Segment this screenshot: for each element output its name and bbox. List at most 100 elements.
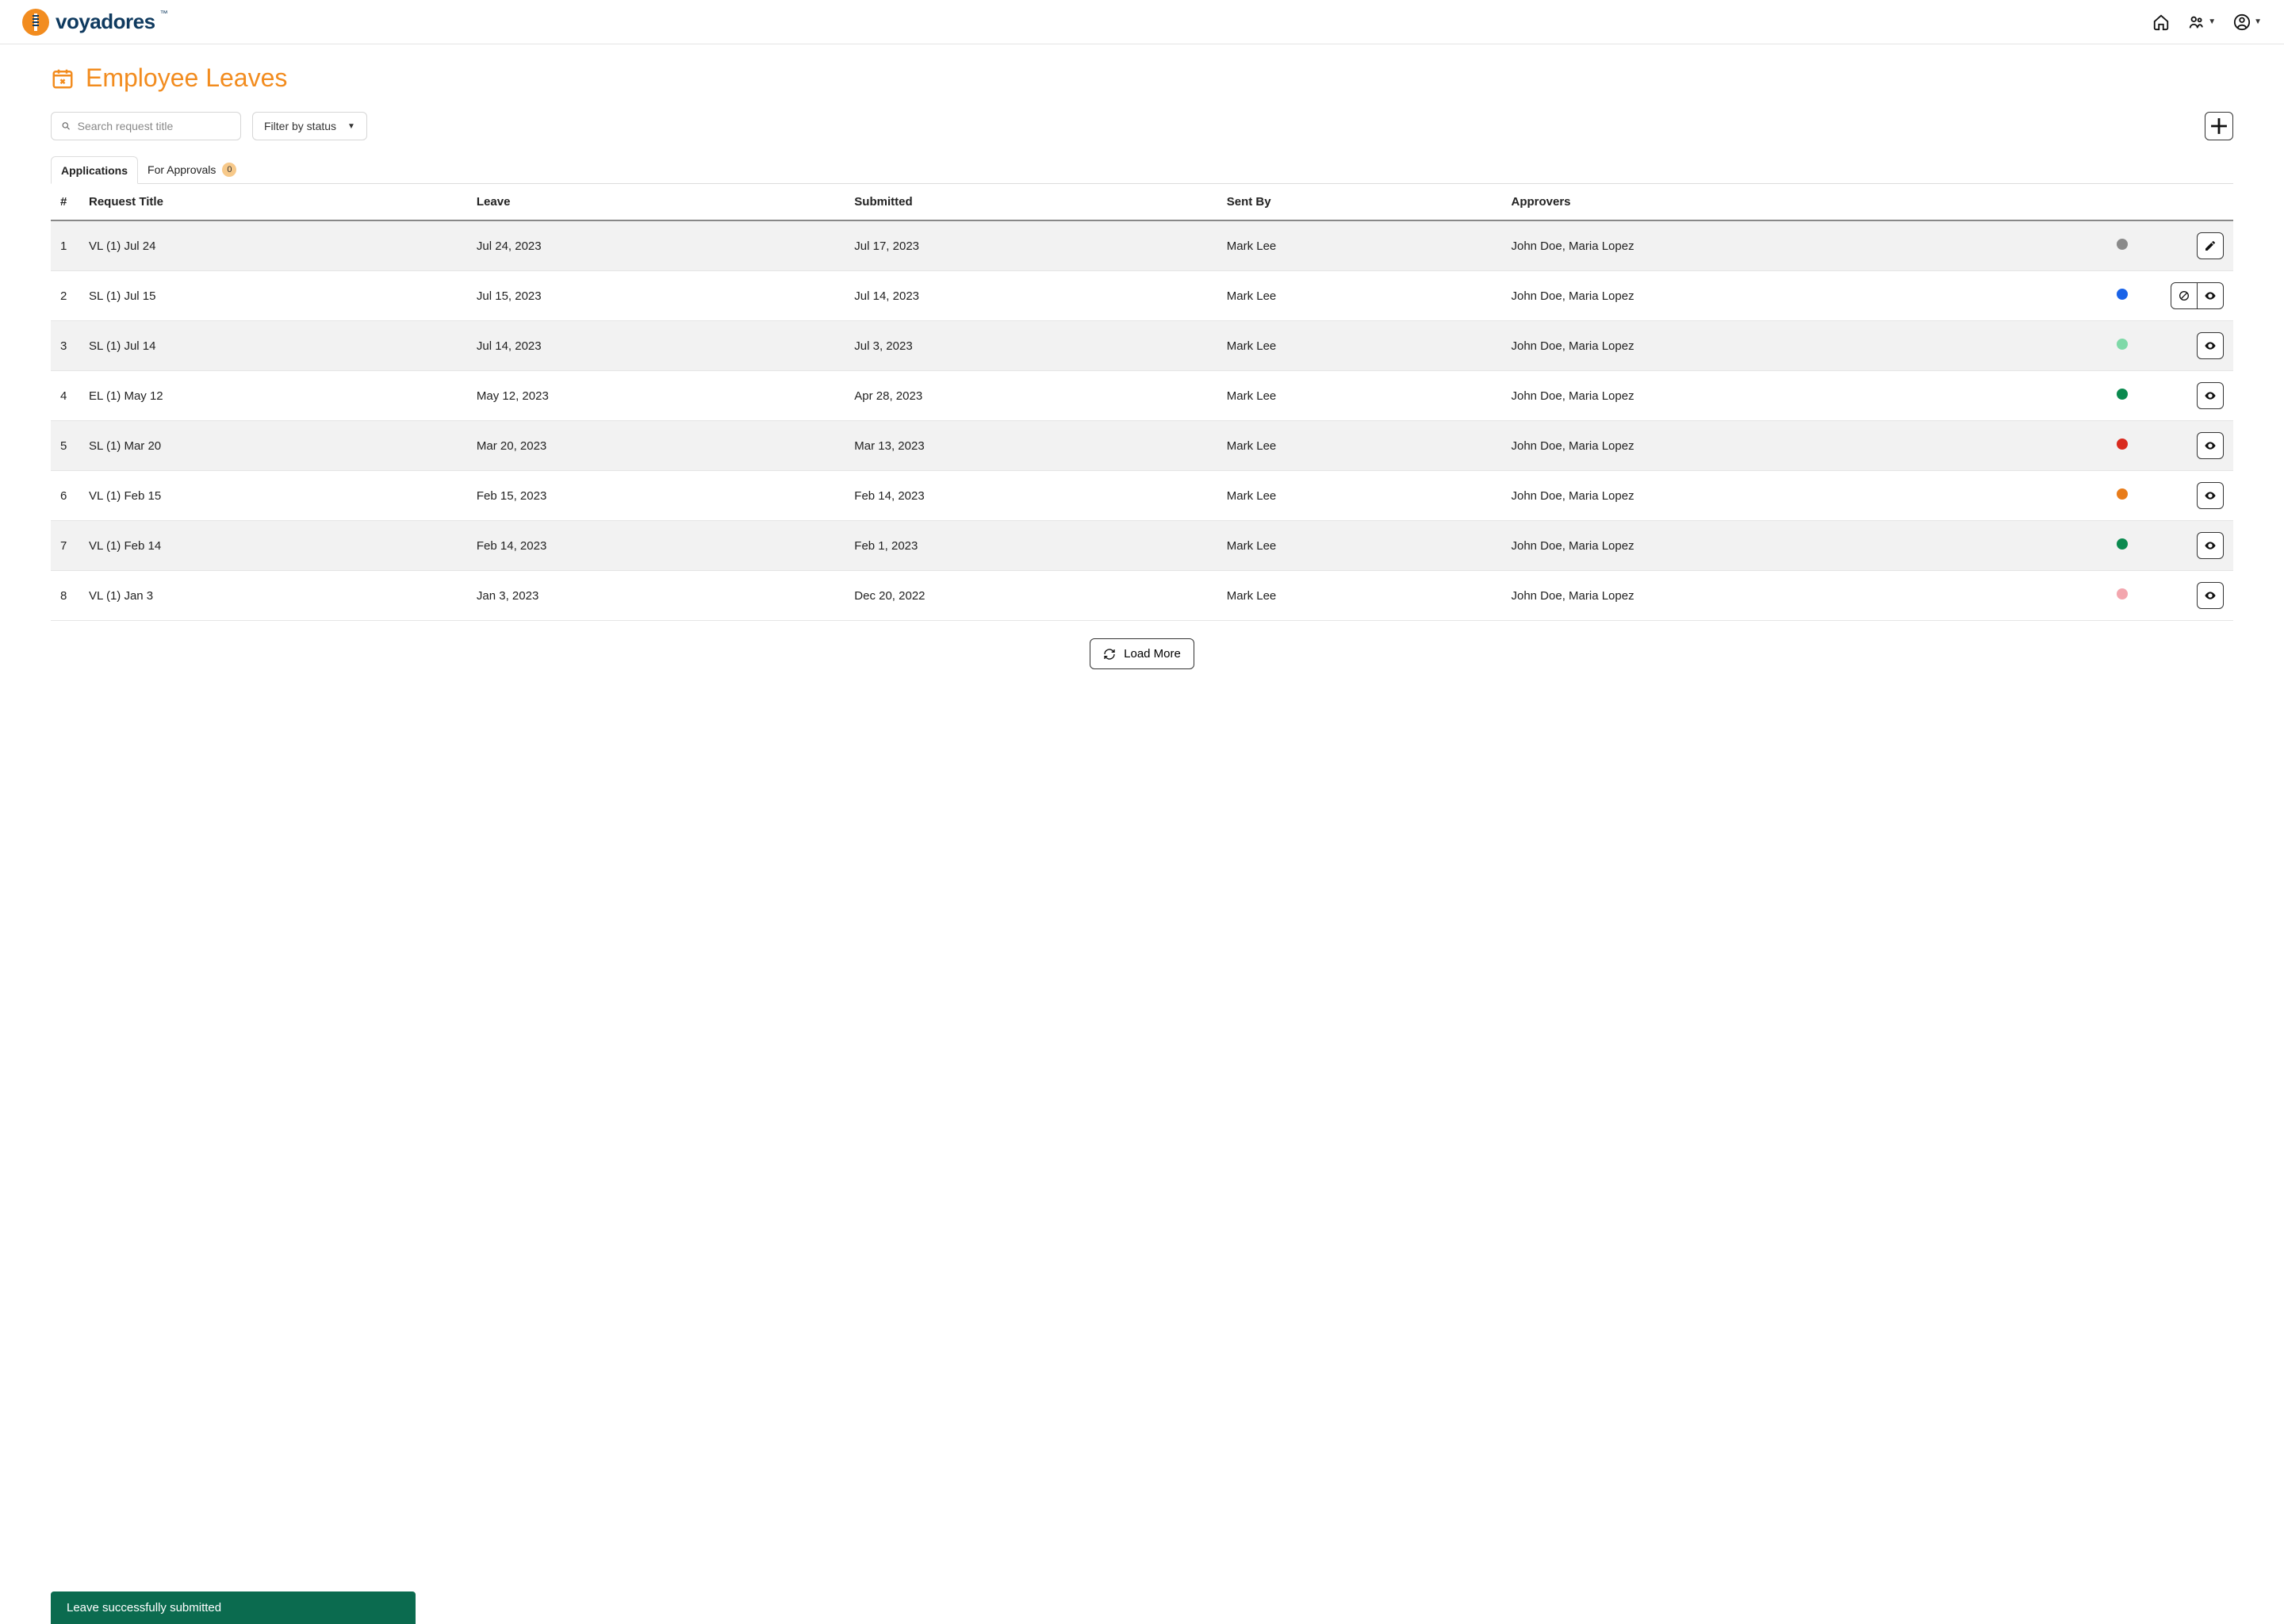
view-button[interactable] bbox=[2197, 282, 2224, 309]
submitted-date: Mar 13, 2023 bbox=[845, 421, 1217, 471]
leave-date: Jan 3, 2023 bbox=[467, 571, 845, 621]
view-icon bbox=[2204, 439, 2217, 452]
status-dot-icon bbox=[2117, 439, 2128, 450]
leave-date: Jul 24, 2023 bbox=[467, 220, 845, 271]
approvers: John Doe, Maria Lopez bbox=[1501, 220, 2090, 271]
brand[interactable]: voyadores ™ bbox=[22, 9, 170, 36]
approvers: John Doe, Maria Lopez bbox=[1501, 371, 2090, 421]
leaves-table: #Request TitleLeaveSubmittedSent ByAppro… bbox=[51, 184, 2233, 621]
submitted-date: Feb 1, 2023 bbox=[845, 521, 1217, 571]
plus-icon bbox=[2205, 113, 2232, 140]
approvers: John Doe, Maria Lopez bbox=[1501, 521, 2090, 571]
column-header: Request Title bbox=[79, 184, 467, 220]
submitted-date: Dec 20, 2022 bbox=[845, 571, 1217, 621]
refresh-icon bbox=[1103, 648, 1116, 661]
submitted-date: Apr 28, 2023 bbox=[845, 371, 1217, 421]
status-dot-icon bbox=[2117, 389, 2128, 400]
column-header-blank bbox=[2154, 184, 2233, 220]
column-header-blank bbox=[2090, 184, 2154, 220]
search-input[interactable] bbox=[78, 120, 231, 132]
sent-by: Mark Lee bbox=[1217, 371, 1502, 421]
status-dot-icon bbox=[2117, 289, 2128, 300]
add-button[interactable] bbox=[2205, 112, 2233, 140]
home-icon[interactable] bbox=[2152, 13, 2170, 31]
request-title: EL (1) May 12 bbox=[79, 371, 467, 421]
request-title: SL (1) Mar 20 bbox=[79, 421, 467, 471]
view-icon bbox=[2204, 589, 2217, 602]
row-number: 6 bbox=[51, 471, 79, 521]
sent-by: Mark Lee bbox=[1217, 521, 1502, 571]
actions-cell bbox=[2154, 471, 2233, 521]
view-button[interactable] bbox=[2197, 532, 2224, 559]
request-title: VL (1) Jan 3 bbox=[79, 571, 467, 621]
table-row: 5SL (1) Mar 20Mar 20, 2023Mar 13, 2023Ma… bbox=[51, 421, 2233, 471]
calendar-x-icon bbox=[51, 67, 75, 90]
column-header: Sent By bbox=[1217, 184, 1502, 220]
row-number: 7 bbox=[51, 521, 79, 571]
leave-date: Mar 20, 2023 bbox=[467, 421, 845, 471]
cancel-button[interactable] bbox=[2171, 282, 2198, 309]
view-icon bbox=[2204, 339, 2217, 352]
submitted-date: Feb 14, 2023 bbox=[845, 471, 1217, 521]
view-button[interactable] bbox=[2197, 332, 2224, 359]
actions-cell bbox=[2154, 571, 2233, 621]
submitted-date: Jul 14, 2023 bbox=[845, 271, 1217, 321]
row-number: 8 bbox=[51, 571, 79, 621]
tab-applications[interactable]: Applications bbox=[51, 156, 138, 184]
search-input-wrap[interactable] bbox=[51, 112, 241, 140]
column-header: # bbox=[51, 184, 79, 220]
table-row: 3SL (1) Jul 14Jul 14, 2023Jul 3, 2023Mar… bbox=[51, 321, 2233, 371]
approvers: John Doe, Maria Lopez bbox=[1501, 471, 2090, 521]
user-menu[interactable]: ▼ bbox=[2233, 13, 2262, 31]
request-title: VL (1) Jul 24 bbox=[79, 220, 467, 271]
leave-date: Feb 15, 2023 bbox=[467, 471, 845, 521]
leave-date: May 12, 2023 bbox=[467, 371, 845, 421]
sent-by: Mark Lee bbox=[1217, 571, 1502, 621]
sent-by: Mark Lee bbox=[1217, 271, 1502, 321]
sent-by: Mark Lee bbox=[1217, 220, 1502, 271]
view-button[interactable] bbox=[2197, 482, 2224, 509]
row-number: 4 bbox=[51, 371, 79, 421]
topbar: voyadores ™ ▼ ▼ bbox=[0, 0, 2284, 44]
chevron-down-icon: ▼ bbox=[347, 122, 355, 131]
table-row: 1VL (1) Jul 24Jul 24, 2023Jul 17, 2023Ma… bbox=[51, 220, 2233, 271]
status-cell bbox=[2090, 471, 2154, 521]
sent-by: Mark Lee bbox=[1217, 321, 1502, 371]
row-number: 5 bbox=[51, 421, 79, 471]
edit-icon bbox=[2204, 239, 2217, 252]
edit-button[interactable] bbox=[2197, 232, 2224, 259]
tab-badge: 0 bbox=[222, 163, 236, 177]
tabs: ApplicationsFor Approvals0 bbox=[51, 156, 2233, 184]
filter-status-dropdown[interactable]: Filter by status ▼ bbox=[252, 112, 367, 140]
actions-cell bbox=[2154, 421, 2233, 471]
view-icon bbox=[2204, 539, 2217, 552]
approvers: John Doe, Maria Lopez bbox=[1501, 571, 2090, 621]
view-button[interactable] bbox=[2197, 382, 2224, 409]
approvers: John Doe, Maria Lopez bbox=[1501, 321, 2090, 371]
view-icon bbox=[2204, 389, 2217, 402]
brand-logo-icon bbox=[22, 9, 49, 36]
actions-cell bbox=[2154, 271, 2233, 321]
status-cell bbox=[2090, 271, 2154, 321]
load-more-button[interactable]: Load More bbox=[1090, 638, 1194, 669]
row-number: 1 bbox=[51, 220, 79, 271]
team-menu[interactable]: ▼ bbox=[2187, 13, 2216, 31]
status-cell bbox=[2090, 571, 2154, 621]
actions-cell bbox=[2154, 321, 2233, 371]
actions-cell bbox=[2154, 371, 2233, 421]
table-row: 7VL (1) Feb 14Feb 14, 2023Feb 1, 2023Mar… bbox=[51, 521, 2233, 571]
status-dot-icon bbox=[2117, 488, 2128, 500]
request-title: SL (1) Jul 14 bbox=[79, 321, 467, 371]
actions-cell bbox=[2154, 220, 2233, 271]
view-button[interactable] bbox=[2197, 432, 2224, 459]
view-icon bbox=[2204, 289, 2217, 302]
tab-for-approvals[interactable]: For Approvals0 bbox=[138, 156, 246, 183]
chevron-down-icon: ▼ bbox=[2254, 17, 2262, 26]
table-row: 4EL (1) May 12May 12, 2023Apr 28, 2023Ma… bbox=[51, 371, 2233, 421]
view-button[interactable] bbox=[2197, 582, 2224, 609]
column-header: Leave bbox=[467, 184, 845, 220]
filter-label: Filter by status bbox=[264, 120, 336, 132]
approvers: John Doe, Maria Lopez bbox=[1501, 271, 2090, 321]
table-row: 6VL (1) Feb 15Feb 15, 2023Feb 14, 2023Ma… bbox=[51, 471, 2233, 521]
submitted-date: Jul 17, 2023 bbox=[845, 220, 1217, 271]
